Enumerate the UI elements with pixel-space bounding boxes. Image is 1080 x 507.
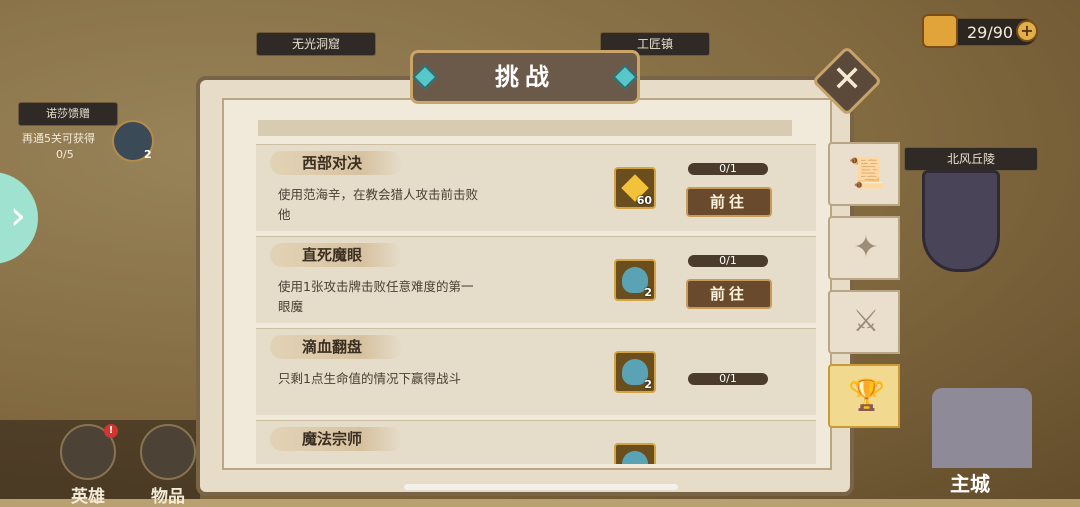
boss-portrait[interactable] [922,170,1000,272]
swords-icon: ⚔ [852,304,880,339]
panel-title: 挑战 [410,50,640,104]
tab-scroll[interactable]: 📜 [828,142,900,206]
left-quest-progress: 0/5 [56,148,74,161]
reward-slot[interactable] [614,443,656,464]
location-tag-lightless-cave[interactable]: 无光洞窟 [256,32,376,56]
notification-badge: ! [104,424,118,438]
left-quest-hint: 再通5关可获得 [22,132,95,145]
challenge-description: 使用1张攻击牌击败任意难度的第一眼魔 [278,279,474,314]
reward-count: 2 [644,286,652,299]
reward-slot[interactable]: 2 [614,351,656,393]
nav-heroes-label: 英雄 [71,487,105,507]
challenge-row: 西部对决 使用范海辛，在教会猎人攻击前击败他 60 0/1 前往 [256,144,816,231]
tab-trophy[interactable]: 🏆 [828,364,900,428]
tab-card[interactable]: ✦ [828,216,900,280]
challenge-title: 魔法宗师 [270,427,403,451]
go-button[interactable]: 前往 [686,187,772,217]
reward-count: 2 [644,378,652,391]
challenge-description: 使用范海辛，在教会猎人攻击前击败他 [278,187,479,222]
location-tag-north-wind-hills[interactable]: 北风丘陵 [904,147,1038,171]
card-icon: ✦ [853,230,879,265]
challenge-row: 魔法宗师 [256,420,816,464]
challenge-row: 直死魔眼 使用1张攻击牌击败任意难度的第一眼魔 2 0/1 前往 [256,236,816,323]
challenge-progress: 0/1 [688,255,768,267]
reward-slot[interactable]: 2 [614,259,656,301]
chevron-right-icon: › [10,193,26,239]
nav-items[interactable]: 物品 [138,424,198,507]
challenge-description: 只剩1点生命值的情况下赢得战斗 [278,371,461,386]
potion-icon [622,451,648,464]
challenge-progress: 0/1 [688,373,768,385]
nav-items-label: 物品 [151,487,185,507]
challenge-progress: 0/1 [688,163,768,175]
tab-swords[interactable]: ⚔ [828,290,900,354]
left-quest-reward-count: 2 [144,148,152,161]
challenge-title: 直死魔眼 [270,243,403,267]
nav-castle-label: 主城 [950,472,990,496]
challenge-row: 滴血翻盘 只剩1点生命值的情况下赢得战斗 2 0/1 [256,328,816,415]
trophy-icon: 🏆 [848,378,886,413]
challenge-title: 滴血翻盘 [270,335,403,359]
close-icon[interactable]: ✕ [832,60,862,100]
castle-icon[interactable] [932,388,1032,468]
challenge-list[interactable]: 西部对决 使用范海辛，在教会猎人攻击前击败他 60 0/1 前往 直死魔眼 使用… [256,144,816,464]
energy-bag-icon [922,14,958,48]
left-quest-widget[interactable]: 诺莎馈赠 再通5关可获得 0/5 2 [0,98,154,168]
go-button[interactable]: 前往 [686,279,772,309]
reward-count: 60 [636,194,652,207]
challenge-title: 西部对决 [270,151,403,175]
scroll-icon: 📜 [848,156,886,191]
left-quest-name: 诺莎馈赠 [18,102,118,126]
home-indicator [404,484,678,490]
bag-icon [140,424,196,480]
panel-header-band [258,120,792,136]
energy-add-button[interactable]: + [1016,20,1038,42]
reward-slot[interactable]: 60 [614,167,656,209]
